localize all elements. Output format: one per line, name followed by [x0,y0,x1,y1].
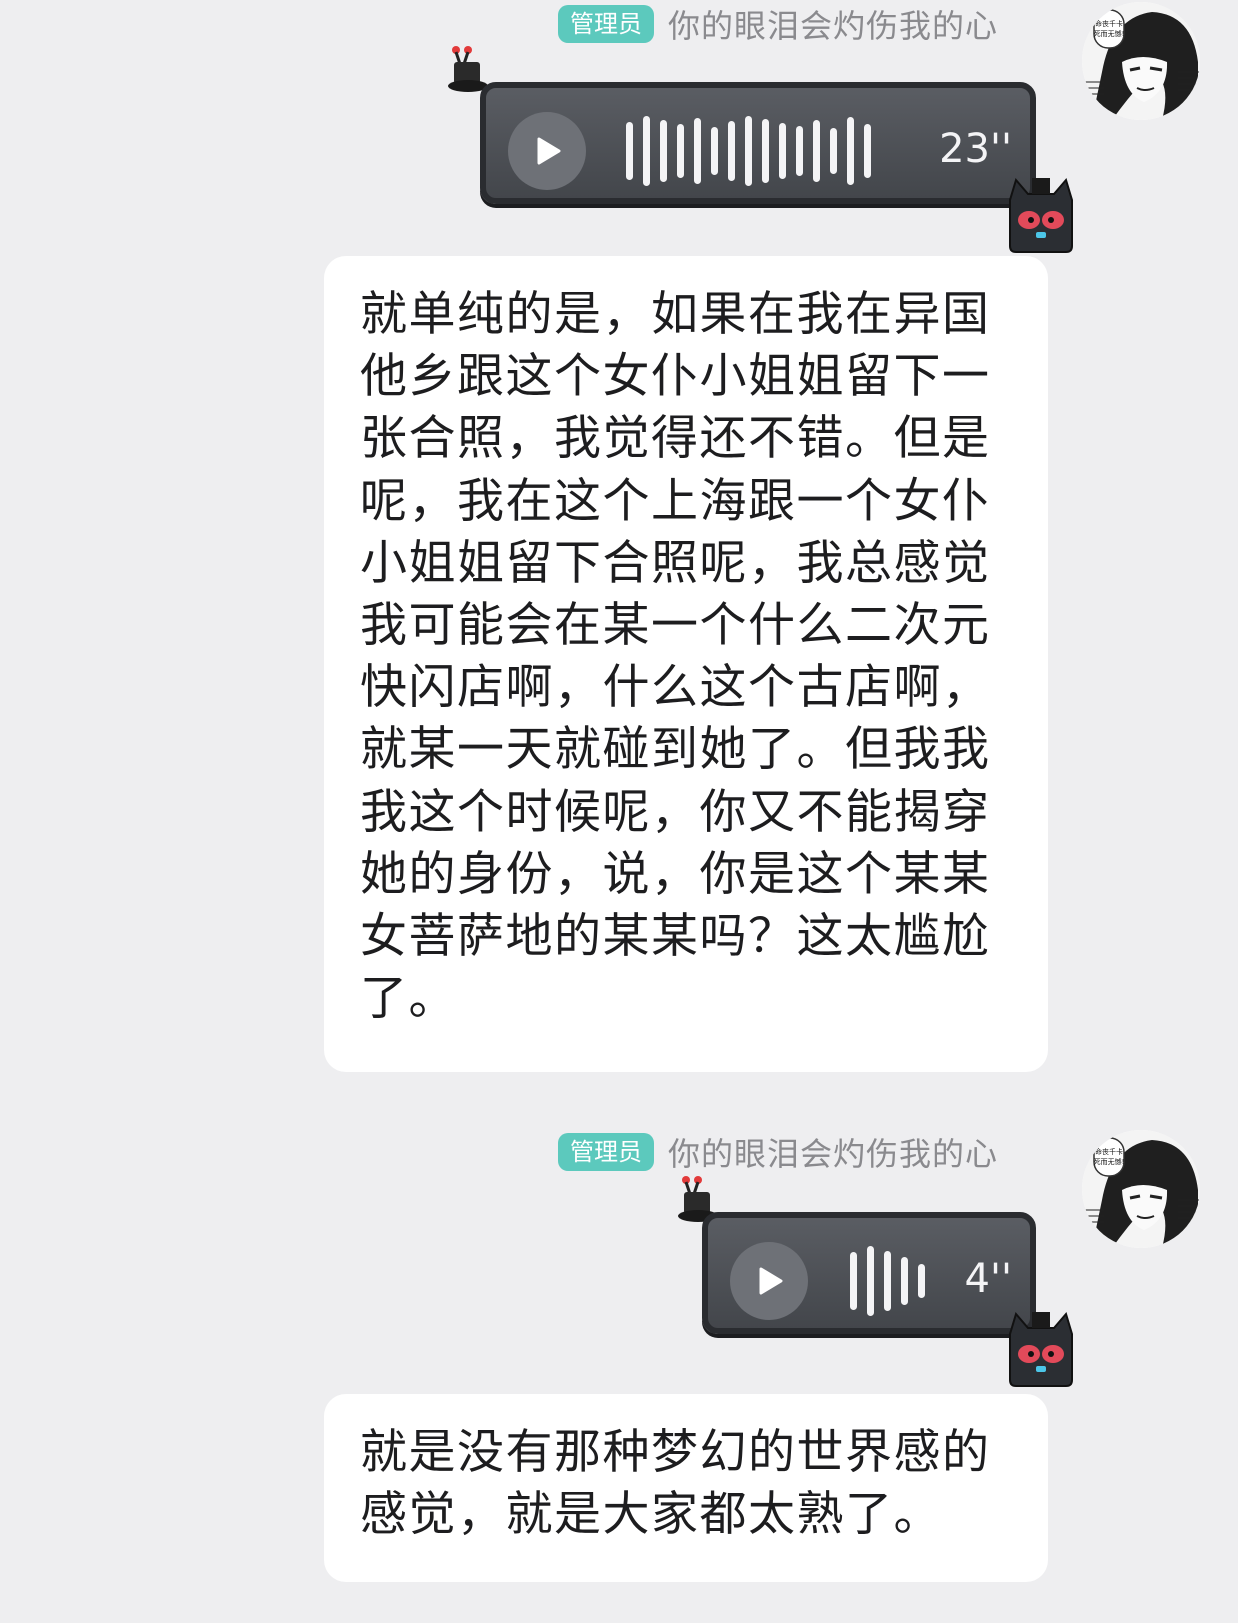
svg-text:死而无憾!: 死而无憾! [1094,1157,1125,1166]
admin-badge: 管理员 [557,1133,654,1171]
sender-nickname[interactable]: 你的眼泪会灼伤我的心 [668,1129,998,1175]
play-button[interactable] [730,1242,808,1320]
voice-message[interactable]: 23'' [480,82,1036,204]
avatar[interactable]: 命丧千卡 死而无憾! [1082,1130,1200,1248]
svg-text:命丧千卡: 命丧千卡 [1095,1147,1123,1156]
cat-sticker-icon [1004,176,1078,256]
waveform-icon [850,1246,925,1316]
sender-header: 管理员 你的眼泪会灼伤我的心 [557,1,998,47]
svg-text:死而无憾!: 死而无憾! [1094,29,1125,38]
avatar-speech-text: 命丧千卡 [1095,19,1123,28]
voice-duration: 4'' [964,1256,1012,1302]
voice-message[interactable]: 4'' [702,1212,1036,1334]
voice-duration: 23'' [939,126,1012,172]
text-message-bubble[interactable]: 就是没有那种梦幻的世界感的感觉，就是大家都太熟了。 [324,1394,1048,1582]
cat-sticker-icon [1004,1310,1078,1390]
avatar[interactable]: 命丧千卡 死而无憾! [1082,2,1200,120]
waveform-icon [626,116,871,186]
play-button[interactable] [508,112,586,190]
sender-nickname[interactable]: 你的眼泪会灼伤我的心 [668,1,998,47]
play-icon [759,1267,783,1295]
admin-badge: 管理员 [557,5,654,43]
sender-header: 管理员 你的眼泪会灼伤我的心 [557,1129,998,1175]
play-icon [537,137,561,165]
text-message-bubble[interactable]: 就单纯的是，如果在我在异国他乡跟这个女仆小姐姐留下一张合照，我觉得还不错。但是呢… [324,256,1048,1072]
